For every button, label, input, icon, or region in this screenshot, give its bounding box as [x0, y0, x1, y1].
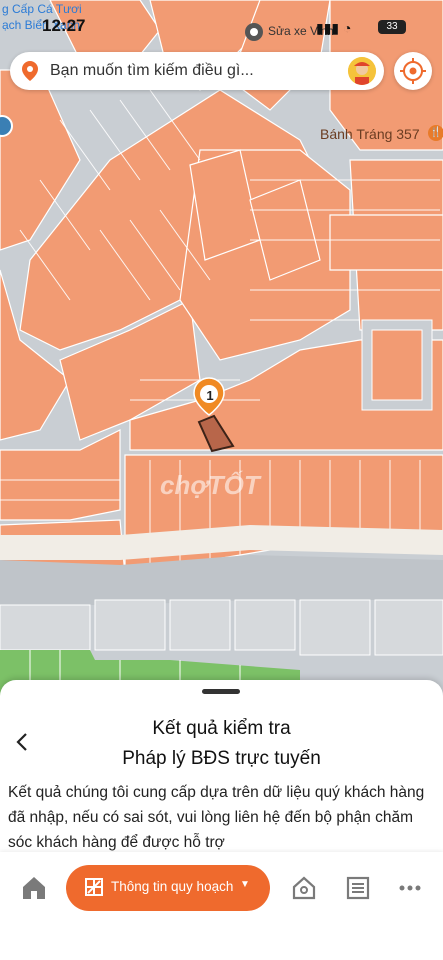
planning-info-button[interactable]: Thông tin quy hoạch ▼ [66, 865, 270, 911]
bottom-nav: Thông tin quy hoạch ▼ [0, 852, 443, 926]
sheet-title: Kết quả kiểm tra [152, 718, 291, 739]
locate-button[interactable] [394, 52, 432, 90]
restaurant-icon[interactable]: 🍴 [428, 125, 443, 141]
signal-wifi-icon: ▮▮▮ ◔ [316, 20, 352, 36]
user-avatar-icon [348, 57, 376, 85]
battery-icon: 33 [378, 20, 406, 34]
crosshair-icon [400, 58, 426, 84]
status-bar: g Cấp Cá Tươi ạch Biển Xanh 12:27 Sửa xe… [0, 2, 443, 44]
location-pin-icon [245, 23, 263, 41]
sheet-body-text: Kết quả chúng tôi cung cấp dựa trên dữ l… [8, 784, 425, 851]
home-icon[interactable] [20, 874, 48, 902]
planning-info-label: Thông tin quy hoạch [111, 879, 234, 894]
top-place-label-1: g Cấp Cá Tươi [2, 2, 82, 16]
more-icon[interactable] [396, 874, 424, 902]
avatar[interactable] [348, 57, 376, 85]
drag-handle[interactable] [202, 689, 240, 694]
watermark: chợTỐT [160, 470, 260, 500]
search-input[interactable]: Bạn muốn tìm kiếm điều gì... [50, 62, 254, 80]
house-icon[interactable] [290, 874, 318, 902]
map-view[interactable]: 1 chợTỐT Bánh Tráng 357 🍴 [0, 0, 443, 700]
list-icon[interactable] [344, 874, 372, 902]
search-bar[interactable]: Bạn muốn tìm kiếm điều gì... [10, 52, 384, 90]
sheet-subtitle: Pháp lý BĐS trực tuyến [122, 748, 321, 769]
poi-label[interactable]: Bánh Tráng 357 [320, 126, 420, 142]
status-time: 12:27 [42, 16, 86, 35]
location-pin-icon [22, 61, 38, 81]
map-canvas [0, 0, 443, 700]
map-grid-icon [85, 878, 103, 896]
home-indicator-area [0, 926, 443, 960]
marker-number: 1 [206, 388, 214, 403]
caret-down-icon: ▼ [240, 879, 250, 890]
